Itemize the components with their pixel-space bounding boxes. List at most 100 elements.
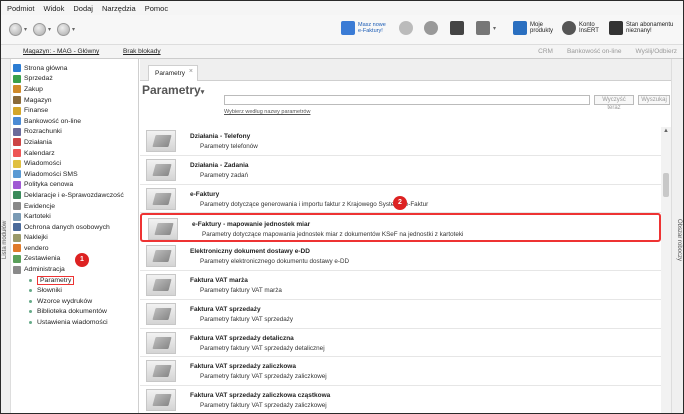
- tree-subitem-parametry[interactable]: Parametry: [11, 274, 138, 286]
- search-button[interactable]: Wyszukaj: [638, 95, 670, 105]
- invoice-icon: [341, 21, 355, 35]
- parameter-icon: [146, 360, 176, 383]
- e-invoices-promo[interactable]: Masz nowe e-Faktury!: [341, 21, 386, 35]
- tree-item[interactable]: Strona główna: [11, 63, 138, 74]
- scrollbar-thumb[interactable]: [663, 173, 669, 197]
- list-item[interactable]: Faktura VAT sprzedaży zaliczkowa cząstko…: [140, 386, 661, 413]
- menu-widok[interactable]: Widok: [44, 4, 65, 13]
- parameter-icon: [146, 245, 176, 268]
- cards-icon: [13, 212, 21, 221]
- workspace-strip[interactable]: Obszar roboczy: [671, 59, 683, 413]
- list-item[interactable]: Działania - Zadania Parametry zadań: [140, 156, 661, 185]
- admin-icon: [13, 265, 21, 274]
- list-item[interactable]: Faktura VAT sprzedaży Parametry faktury V…: [140, 300, 661, 329]
- crm-button[interactable]: CRM: [538, 48, 553, 55]
- forward-dropdown-icon[interactable]: ▾: [48, 26, 51, 33]
- scrollbar[interactable]: ▲: [661, 127, 671, 413]
- clear-button[interactable]: Wyczyść teraz: [594, 95, 634, 111]
- sales-icon: [13, 74, 21, 83]
- bullet-icon: [29, 289, 32, 293]
- subscription-button[interactable]: Stan abonamentu nieznany!: [609, 21, 673, 35]
- advanced-search-link[interactable]: Wybierz według nazwy parametrów: [224, 109, 310, 115]
- tree-subitem[interactable]: Ustawienia wiadomości: [11, 317, 138, 328]
- menu-narzedzia[interactable]: Narzędzia: [102, 4, 136, 13]
- menu-pomoc[interactable]: Pomoc: [145, 4, 168, 13]
- toolbar: ▾ ▾ ▾ Masz nowe e-Faktury! ▾ Moje produk…: [1, 15, 683, 45]
- list-item[interactable]: Faktura VAT sprzedaży detaliczna Parametr…: [140, 329, 661, 358]
- settlements-icon: [13, 127, 21, 136]
- tree-item[interactable]: Magazyn: [11, 95, 138, 106]
- list-item-highlighted[interactable]: e-Faktury - mapowanie jednostek miar Para…: [140, 213, 661, 243]
- finance-icon: [13, 106, 21, 115]
- chevron-down-icon: ▾: [200, 89, 205, 96]
- list-item[interactable]: Faktura VAT marża Parametry faktury VAT m…: [140, 271, 661, 300]
- menu-podmiot[interactable]: Podmiot: [7, 4, 35, 13]
- tree-subitem[interactable]: Wzorce wydruków: [11, 296, 138, 307]
- block-status[interactable]: Brak blokady: [123, 48, 161, 55]
- help-icon[interactable]: [424, 21, 438, 35]
- tree-subitem[interactable]: Słowniki: [11, 285, 138, 296]
- bullet-icon: [29, 310, 32, 314]
- privacy-icon: [13, 223, 21, 232]
- tree-item[interactable]: Deklaracje i e-Sprawozdawczość: [11, 190, 138, 201]
- vendero-icon: [13, 244, 21, 253]
- tree-item[interactable]: Zakup: [11, 84, 138, 95]
- account-button[interactable]: Konto InsERT: [562, 21, 599, 35]
- search-icon[interactable]: [57, 23, 71, 36]
- my-products-button[interactable]: Moje produkty: [513, 21, 553, 35]
- search-input[interactable]: [224, 95, 590, 105]
- bullet-icon: [29, 299, 32, 303]
- tree-item[interactable]: Naklejki: [11, 233, 138, 244]
- module-list-strip[interactable]: Lista modułów: [1, 59, 11, 413]
- cube-icon[interactable]: [450, 21, 464, 35]
- calendar-icon: [13, 149, 21, 158]
- send-receive-button[interactable]: Wyślij/Odbierz: [636, 48, 677, 55]
- shield-icon: [609, 21, 623, 35]
- tree-item[interactable]: Polityka cenowa: [11, 180, 138, 191]
- menu-bar: Podmiot Widok Dodaj Narzędzia Pomoc: [1, 1, 683, 15]
- user-icon: [562, 21, 576, 35]
- list-item[interactable]: Elektroniczny dokument dostawy e-DD Param…: [140, 242, 661, 271]
- tree-item[interactable]: Rozrachunki: [11, 127, 138, 138]
- tree-item[interactable]: Ewidencje: [11, 201, 138, 212]
- chevron-up-icon[interactable]: ▲: [663, 128, 669, 134]
- step-badge-2: 2: [393, 196, 407, 210]
- reports-icon: [13, 254, 21, 263]
- tree-item[interactable]: vendero: [11, 243, 138, 254]
- printer-icon[interactable]: [476, 21, 490, 35]
- tree-subitem[interactable]: Biblioteka dokumentów: [11, 307, 138, 318]
- records-icon: [13, 202, 21, 211]
- tab-bar: Parametry ×: [140, 59, 671, 81]
- parameters-panel: Parametry▾ Wyczyść teraz Wyszukaj Wybier…: [140, 81, 671, 413]
- tree-item[interactable]: Działania: [11, 137, 138, 148]
- magazine-selector[interactable]: Magazyn: - MAG - Główny: [23, 48, 99, 55]
- tree-item[interactable]: Bankowość on-line: [11, 116, 138, 127]
- actions-icon: [13, 138, 21, 147]
- tree-item[interactable]: Kalendarz: [11, 148, 138, 159]
- forward-icon[interactable]: [33, 23, 47, 36]
- page-title[interactable]: Parametry▾: [142, 83, 204, 97]
- back-icon[interactable]: [9, 23, 22, 36]
- labels-icon: [13, 233, 21, 242]
- close-icon[interactable]: ×: [189, 68, 193, 75]
- list-item[interactable]: Faktura VAT sprzedaży zaliczkowa Parametr…: [140, 357, 661, 387]
- tree-item[interactable]: Ochrona danych osobowych: [11, 222, 138, 233]
- tree-item[interactable]: Finanse: [11, 105, 138, 116]
- tree-item[interactable]: Wiadomości SMS: [11, 169, 138, 180]
- tab-parametry[interactable]: Parametry ×: [148, 65, 198, 81]
- home-icon: [13, 64, 21, 73]
- tree-item[interactable]: Sprzedaż: [11, 74, 138, 85]
- gear-icon[interactable]: [399, 21, 413, 35]
- tree-item[interactable]: Wiadomości: [11, 158, 138, 169]
- bank-online-button[interactable]: Bankowość on-line: [567, 48, 622, 55]
- sms-icon: [13, 170, 21, 179]
- parameter-icon: [146, 331, 176, 354]
- tree-item[interactable]: Administracja: [11, 264, 138, 275]
- parameter-icon: [146, 389, 176, 412]
- search-dropdown-icon[interactable]: ▾: [72, 26, 75, 33]
- messages-icon: [13, 159, 21, 168]
- tree-item[interactable]: Kartoteki: [11, 211, 138, 222]
- menu-dodaj[interactable]: Dodaj: [73, 4, 93, 13]
- list-item[interactable]: Działania - Telefony Parametry telefonów: [140, 127, 661, 156]
- back-dropdown-icon[interactable]: ▾: [24, 26, 27, 33]
